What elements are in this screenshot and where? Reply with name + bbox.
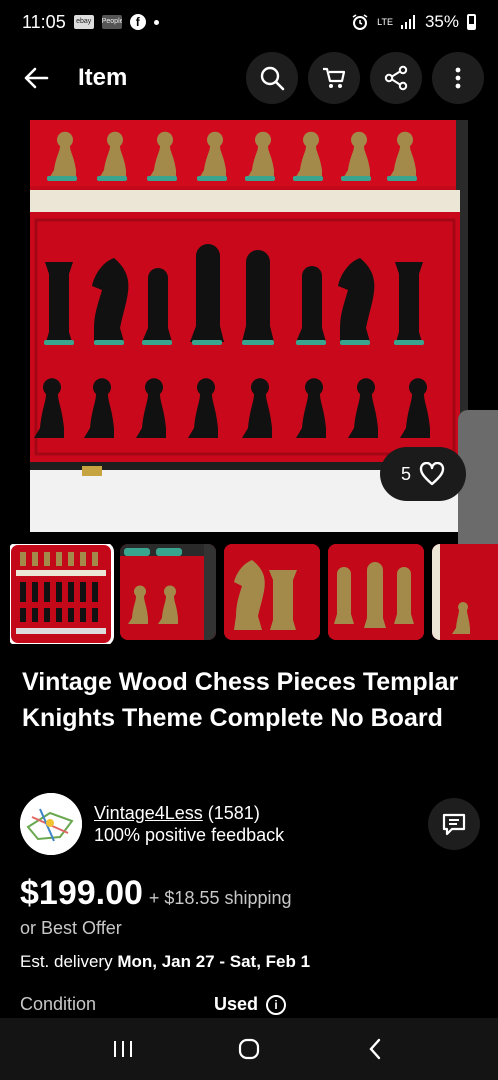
favorite-count: 5 bbox=[400, 463, 411, 484]
more-notifications-dot bbox=[153, 19, 159, 25]
back-button[interactable] bbox=[16, 58, 56, 98]
shipping-cost: + $18.55 shipping bbox=[148, 888, 292, 908]
thumbnail-1[interactable] bbox=[10, 544, 114, 644]
message-icon bbox=[442, 813, 466, 836]
alarm-icon bbox=[352, 14, 368, 30]
battery-percent: 35% bbox=[424, 12, 459, 31]
thumbnail-3[interactable] bbox=[224, 544, 320, 640]
battery-icon bbox=[467, 14, 476, 30]
system-back-button[interactable] bbox=[355, 1029, 395, 1069]
status-bar: 11:05 ebay People f LTE 35% bbox=[0, 0, 498, 44]
top-navigation: Item bbox=[0, 50, 498, 106]
page-title: Item bbox=[78, 64, 128, 91]
status-time: 11:05 bbox=[22, 11, 66, 32]
share-icon bbox=[384, 65, 408, 91]
search-icon bbox=[260, 66, 285, 91]
network-type: LTE bbox=[377, 16, 393, 27]
condition-label: Condition bbox=[20, 994, 97, 1014]
image-thumbnails bbox=[10, 544, 498, 644]
info-icon[interactable]: i bbox=[266, 994, 287, 1015]
facebook-notification-icon: f bbox=[129, 14, 146, 30]
favorite-button[interactable]: 5 bbox=[380, 447, 466, 501]
delivery-label: Est. delivery bbox=[20, 952, 113, 971]
home-icon bbox=[238, 1038, 260, 1060]
condition-row: Condition Used i bbox=[20, 994, 480, 1015]
price: $199.00 bbox=[20, 874, 143, 912]
cart-button[interactable] bbox=[308, 52, 360, 104]
seller-feedback-count: (1581) bbox=[207, 803, 260, 823]
chevron-left-icon bbox=[369, 1038, 381, 1060]
back-arrow-icon bbox=[24, 67, 49, 89]
people-notification-icon: People bbox=[101, 15, 122, 29]
seller-name-link[interactable]: Vintage4Less bbox=[94, 803, 203, 823]
seller-feedback-text: 100% positive feedback bbox=[94, 825, 285, 845]
recent-apps-button[interactable] bbox=[103, 1029, 143, 1069]
price-row: $199.00 + $18.55 shipping bbox=[20, 874, 292, 913]
signal-icon bbox=[400, 15, 415, 29]
home-button[interactable] bbox=[229, 1029, 269, 1069]
share-button[interactable] bbox=[370, 52, 422, 104]
seller-avatar[interactable] bbox=[20, 793, 82, 855]
estimated-delivery: Est. delivery Mon, Jan 27 - Sat, Feb 1 bbox=[20, 952, 310, 972]
message-seller-button[interactable] bbox=[428, 798, 480, 850]
listing-title: Vintage Wood Chess Pieces Templar Knight… bbox=[22, 668, 459, 732]
condition-value: Used bbox=[214, 994, 259, 1014]
delivery-dates: Mon, Jan 27 - Sat, Feb 1 bbox=[117, 952, 311, 971]
more-vertical-icon bbox=[455, 67, 461, 89]
system-navigation-bar bbox=[0, 1018, 498, 1080]
recent-apps-icon bbox=[114, 1041, 132, 1057]
seller-row[interactable]: Vintage4Less (1581) 100% positive feedba… bbox=[20, 793, 480, 855]
thumbnail-4[interactable] bbox=[328, 544, 424, 640]
thumbnail-2[interactable] bbox=[120, 544, 216, 640]
thumbnail-5[interactable] bbox=[432, 544, 498, 640]
cart-icon bbox=[323, 67, 346, 88]
best-offer-text: or Best Offer bbox=[20, 918, 122, 938]
heart-outline-icon bbox=[419, 462, 445, 486]
search-button[interactable] bbox=[246, 52, 298, 104]
ebay-notification-icon: ebay bbox=[73, 15, 94, 29]
more-options-button[interactable] bbox=[432, 52, 484, 104]
